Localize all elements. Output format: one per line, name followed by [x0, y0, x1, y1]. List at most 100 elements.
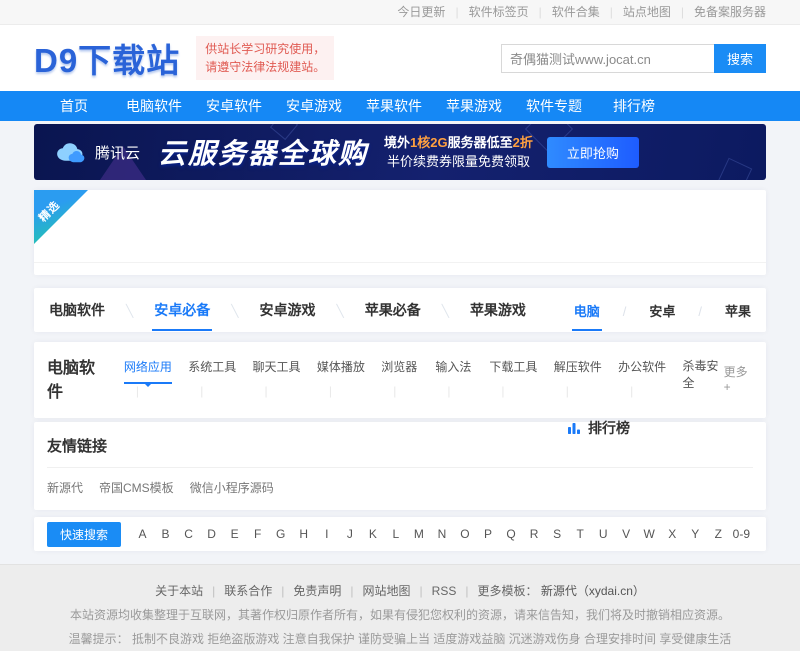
letter-link[interactable]: L: [384, 527, 407, 541]
category-tab[interactable]: 解压软件: [554, 358, 618, 398]
letter-link[interactable]: S: [546, 527, 569, 541]
friend-link[interactable]: 新源代: [47, 481, 83, 495]
topbar-link[interactable]: 软件标签页: [445, 5, 528, 19]
tab-label: 苹果必备: [363, 289, 423, 331]
letter-link[interactable]: T: [569, 527, 592, 541]
category-tab[interactable]: 下载工具: [489, 358, 553, 398]
friend-links-title: 友情链接: [47, 435, 753, 456]
letter-link[interactable]: R: [523, 527, 546, 541]
quick-search-button[interactable]: 快速搜索: [47, 522, 121, 547]
nav-items: 首页电脑软件安卓软件安卓游戏苹果软件苹果游戏软件专题排行榜: [34, 91, 766, 121]
letter-link[interactable]: X: [661, 527, 684, 541]
tab-item[interactable]: 苹果必备: [363, 289, 468, 331]
letter-link[interactable]: Q: [500, 527, 523, 541]
tab-item[interactable]: 电脑软件: [47, 289, 152, 331]
letter-link[interactable]: M: [407, 527, 430, 541]
section-title: 电脑软件: [47, 354, 102, 402]
category-tab[interactable]: 系统工具: [188, 358, 252, 398]
tab-label: 安卓必备: [152, 289, 212, 331]
topbar-link[interactable]: 软件合集: [529, 5, 600, 19]
category-label: 聊天工具: [253, 358, 301, 384]
footer-tips-label: 温馨提示：: [69, 632, 129, 646]
letter-link[interactable]: N: [430, 527, 453, 541]
letter-link[interactable]: U: [592, 527, 615, 541]
tab-item[interactable]: 安卓必备: [152, 289, 257, 331]
letter-link[interactable]: Z: [707, 527, 730, 541]
tab-item[interactable]: 电脑: [572, 290, 648, 331]
letter-link[interactable]: C: [177, 527, 200, 541]
tab-label: 苹果: [723, 290, 753, 331]
category-tab[interactable]: 网络应用: [124, 358, 188, 398]
footer-link[interactable]: 联系合作: [224, 584, 293, 598]
topbar-link[interactable]: 免备案服务器: [671, 5, 766, 19]
notice-line-1: 供站长学习研究使用，: [205, 40, 325, 58]
category-tab[interactable]: 杀毒安全: [683, 357, 724, 400]
nav-item[interactable]: 排行榜: [594, 91, 674, 121]
category-label: 系统工具: [188, 358, 236, 384]
site-logo[interactable]: D9下载站: [34, 34, 180, 82]
tab-item[interactable]: 苹果: [723, 290, 753, 331]
footer: 关于本站联系合作免责声明网站地图RSS更多模板： 新源代（xydai.cn） 本…: [0, 564, 800, 651]
footer-link[interactable]: 关于本站: [155, 584, 224, 598]
nav-item[interactable]: 苹果软件: [354, 91, 434, 121]
footer-copyright-line: 本站资源均收集整理于互联网，其著作权归原作者所有，如果有侵犯您权利的资源，请来信…: [0, 606, 800, 623]
letter-link[interactable]: V: [615, 527, 638, 541]
tencent-cloud-icon: [50, 139, 88, 165]
letter-link[interactable]: Y: [684, 527, 707, 541]
category-tab[interactable]: 输入法: [435, 358, 489, 398]
letter-link[interactable]: I: [315, 527, 338, 541]
tab-item[interactable]: 安卓游戏: [257, 289, 362, 331]
banner-brand-name: 腾讯云: [95, 142, 140, 163]
footer-link[interactable]: RSS: [432, 584, 478, 598]
category-tab[interactable]: 浏览器: [381, 358, 435, 398]
letter-link[interactable]: K: [361, 527, 384, 541]
search-button[interactable]: 搜索: [714, 44, 766, 73]
friend-link[interactable]: 帝国CMS模板: [99, 481, 174, 495]
letter-link[interactable]: E: [223, 527, 246, 541]
banner-cta-button[interactable]: 立即抢购: [547, 137, 639, 168]
category-tab[interactable]: 媒体播放: [317, 358, 381, 398]
category-tab[interactable]: 办公软件: [618, 358, 682, 398]
footer-tips-text: 抵制不良游戏 拒绝盗版游戏 注意自我保护 谨防受骗上当 适度游戏益脑 沉迷游戏伤…: [132, 632, 731, 646]
promo-highlight: 2折: [513, 135, 533, 150]
featured-panel: 精选: [34, 190, 766, 275]
category-label: 杀毒安全: [683, 357, 724, 400]
letter-link[interactable]: F: [246, 527, 269, 541]
letter-link[interactable]: 0-9: [730, 527, 753, 541]
letter-link[interactable]: A: [131, 527, 154, 541]
friend-link[interactable]: 微信小程序源码: [190, 481, 274, 495]
nav-item[interactable]: 首页: [34, 91, 114, 121]
letter-link[interactable]: D: [200, 527, 223, 541]
letter-link[interactable]: P: [476, 527, 499, 541]
featured-divider: [34, 262, 766, 263]
rank-header: 排行榜: [567, 418, 630, 438]
footer-link[interactable]: 免责声明: [293, 584, 362, 598]
nav-item[interactable]: 软件专题: [514, 91, 594, 121]
nav-item[interactable]: 安卓游戏: [274, 91, 354, 121]
nav-item[interactable]: 安卓软件: [194, 91, 274, 121]
letter-link[interactable]: G: [269, 527, 292, 541]
category-tab[interactable]: 聊天工具: [253, 358, 317, 398]
topbar: 今日更新软件标签页软件合集站点地图免备案服务器: [0, 0, 800, 25]
more-link[interactable]: 更多 +: [724, 363, 753, 394]
header: D9下载站 供站长学习研究使用， 请遵守法律法规建站。 搜索: [0, 25, 800, 91]
tab-label: 电脑软件: [47, 289, 107, 331]
letter-link[interactable]: W: [638, 527, 661, 541]
nav-item[interactable]: 苹果游戏: [434, 91, 514, 121]
footer-more-link[interactable]: 新源代（xydai.cn）: [541, 584, 645, 598]
banner-promo-line1: 境外1核2G服务器低至2折: [384, 133, 533, 152]
tab-item[interactable]: 苹果游戏: [468, 289, 528, 331]
banner-decor-square: [718, 158, 753, 180]
letter-link[interactable]: O: [453, 527, 476, 541]
topbar-link[interactable]: 今日更新: [397, 5, 445, 19]
letter-link[interactable]: J: [338, 527, 361, 541]
banner-brand: 腾讯云: [50, 139, 140, 165]
search-input[interactable]: [501, 44, 714, 73]
footer-link[interactable]: 网站地图: [363, 584, 432, 598]
topbar-link[interactable]: 站点地图: [600, 5, 671, 19]
tab-item[interactable]: 安卓: [647, 290, 723, 331]
letter-link[interactable]: B: [154, 527, 177, 541]
nav-item[interactable]: 电脑软件: [114, 91, 194, 121]
banner-ad[interactable]: 腾讯云 云服务器全球购 境外1核2G服务器低至2折 半价续费券限量免费领取 立即…: [34, 124, 766, 180]
letter-link[interactable]: H: [292, 527, 315, 541]
